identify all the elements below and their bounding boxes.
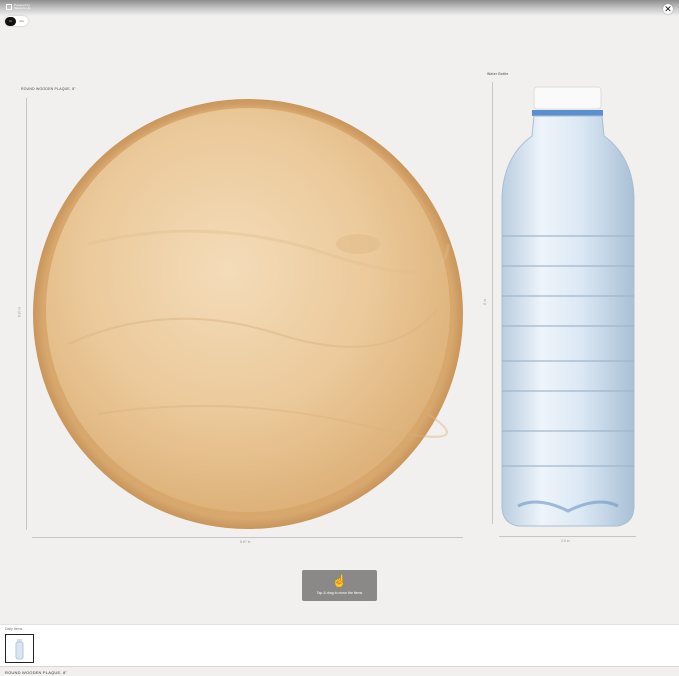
plaque-height-label: 8.87 in — [17, 306, 22, 318]
footer-divider — [0, 666, 679, 667]
hand-drag-icon: ☝ — [332, 574, 347, 588]
unit-option-cm[interactable]: cm — [16, 17, 27, 26]
close-button[interactable]: ✕ — [663, 4, 673, 14]
logo-icon — [6, 4, 12, 10]
wooden-plaque-image[interactable] — [28, 94, 468, 534]
brand-line-2: Measure Up — [14, 6, 31, 10]
top-bar — [0, 0, 679, 16]
plaque-height-line — [26, 98, 27, 530]
plaque-name-label: ROUND WOODEN PLAQUE, 8" — [21, 87, 76, 91]
water-bottle-image[interactable] — [498, 86, 638, 531]
plaque-width-line — [32, 537, 463, 538]
bottle-height-line — [492, 82, 493, 524]
unit-option-in[interactable]: in — [5, 16, 16, 26]
brand-logo: Powered by Measure Up — [6, 4, 40, 10]
tray-label: Daily Items — [5, 627, 23, 631]
items-tray — [0, 624, 679, 667]
bottle-height-label: 8 in — [482, 299, 487, 305]
bottle-width-label: 2.5 in — [561, 539, 570, 543]
bottle-thumbnail-icon — [15, 639, 24, 660]
close-icon: ✕ — [664, 4, 672, 14]
bottle-name-label: Water Bottle — [487, 72, 509, 76]
plaque-width-label: 8.87 in — [240, 540, 251, 544]
unit-toggle[interactable]: in cm — [5, 16, 28, 26]
footer-title: ROUND WOODEN PLAQUE, 8" — [5, 670, 68, 675]
bottle-width-line — [499, 536, 636, 537]
drag-hint-box[interactable]: ☝ Tap & drag to move the items — [302, 570, 377, 601]
drag-hint-text: Tap & drag to move the items — [316, 591, 363, 595]
water-bottle-thumbnail[interactable] — [5, 634, 34, 663]
